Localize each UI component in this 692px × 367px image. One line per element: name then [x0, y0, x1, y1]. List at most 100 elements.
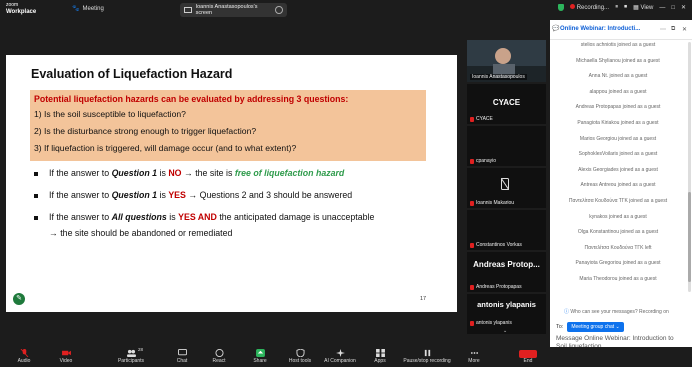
chat-message: Panagiota Kiriakou joined as a guest [577, 120, 659, 126]
view-button[interactable]: ▦ View [633, 4, 653, 11]
video-tile-cpanayio[interactable]: cpanayio [467, 126, 546, 166]
questions-box: Potential liquefaction hazards can be ev… [30, 90, 426, 161]
end-button[interactable]: End [515, 358, 541, 367]
bullet-2-question: Question 1 [111, 190, 158, 200]
share-label: Share [253, 358, 267, 364]
more-icon[interactable]: ⋯ [660, 26, 666, 33]
participants-button[interactable]: Participants 28 [114, 347, 148, 367]
meeting-label: Meeting [82, 5, 104, 12]
tile-name: Ioannis Anastasopoulos [470, 74, 527, 80]
chat-scrollbar[interactable] [688, 42, 691, 292]
chat-message: Alexis Georgiades joined as a guest [578, 166, 658, 173]
chat-panel: 💬 Online Webinar: Introducti... ⋯ ⧉ ✕ st… [550, 20, 692, 350]
chevron-down-icon[interactable]: ⌄ [503, 328, 507, 334]
phone-icon [501, 178, 509, 190]
tile-big-name: CYACE [492, 98, 521, 107]
tile-big-name: antonis ylapanis [477, 300, 536, 309]
pause-icon[interactable]: ⏸ [615, 4, 618, 11]
tile-name-text: antonis ylapanis [476, 320, 512, 326]
host-tools-button[interactable]: Host tools [285, 347, 315, 367]
share-label: Ioannis Anastasopoulos's screen [195, 4, 258, 16]
video-tile-vorkas[interactable]: Constantinos Vorkas [467, 210, 546, 250]
video-tile-speaker[interactable]: Ioannis Anastasopoulos [467, 40, 546, 82]
video-tile-ylapanis[interactable]: antonis ylapanis antonis ylapanis ⌄ [467, 294, 546, 334]
bullet-2-post: → Questions 2 and 3 should be answered [185, 190, 353, 200]
chat-hint-text: Who can see your messages? Recording on [570, 309, 669, 315]
bullet-1-emphasis: free of liquefaction hazard [234, 168, 345, 178]
bullet-3-question: All questions [111, 212, 167, 222]
chat-message: alappou joined as a guest [589, 88, 647, 95]
mic-muted-icon [470, 116, 474, 122]
pause-stop-recording-button[interactable]: Pause/stop recording [400, 347, 454, 367]
bullet-1: If the answer to Question 1 is NO → the … [34, 168, 344, 178]
video-tile-makariou[interactable]: Ioannis Makariou [467, 168, 546, 208]
shared-slide: Evaluation of Liquefaction Hazard Potent… [6, 55, 457, 312]
zoom-window: zoom Workplace 🐾 Meeting Ioannis Anastas… [0, 0, 692, 367]
tile-name-text: Ioannis Makariou [476, 200, 515, 206]
ai-companion-button[interactable]: AI Companion [320, 347, 360, 367]
chat-message: Παντελίτσα Κουδούνα ΤΓΚ left [584, 244, 652, 251]
tile-name: antonis ylapanis [470, 320, 512, 326]
bullet-2-pre: If the answer to [49, 190, 112, 200]
scrollbar-thumb[interactable] [688, 192, 691, 282]
minimize-icon[interactable]: — [659, 5, 665, 11]
info-icon: ⓘ [564, 309, 570, 315]
mic-muted-icon [470, 320, 474, 326]
screen-share-icon [184, 6, 192, 13]
tile-name: Constantinos Vorkas [470, 242, 522, 248]
maximize-icon[interactable]: □ [671, 5, 675, 11]
popout-icon[interactable]: ⧉ [671, 26, 675, 33]
more-button[interactable]: More [464, 347, 484, 367]
chat-icon [177, 349, 187, 356]
recording-indicator[interactable]: Recording... [570, 4, 609, 11]
share-screen-icon [255, 349, 265, 357]
stop-icon[interactable]: ⏹ [624, 4, 627, 11]
bullet-square-icon [34, 215, 38, 220]
tile-big-name: Andreas Protop... [473, 260, 540, 269]
audio-button[interactable]: Audio [10, 347, 38, 367]
top-bar: zoom Workplace 🐾 Meeting Ioannis Anastas… [0, 0, 692, 20]
chat-message: Maria Theodorou joined as a guest [579, 276, 657, 282]
meeting-menu[interactable]: 🐾 Meeting [72, 5, 104, 13]
chat-message: Panayiota Gregoriou joined as a guest [575, 260, 661, 267]
close-icon[interactable]: ✕ [682, 26, 687, 33]
chat-button[interactable]: Chat [170, 347, 194, 367]
recipient-dropdown[interactable]: Meeting group chat ⌄ [567, 322, 624, 332]
security-shield-icon[interactable] [558, 4, 565, 11]
bullet-1-question: Question 1 [111, 168, 158, 178]
more-icon [470, 352, 478, 354]
chat-visibility-hint[interactable]: ⓘ Who can see your messages? Recording o… [564, 308, 669, 315]
video-label: Video [59, 358, 73, 364]
to-label: To: [556, 324, 564, 330]
top-right-controls: Recording... ⏸ ⏹ ▦ View — □ ✕ [558, 4, 686, 11]
apps-button[interactable]: Apps [370, 347, 390, 367]
share-button[interactable]: Share [248, 347, 272, 367]
tile-name-text: CYACE [476, 116, 493, 122]
bullet-3-answer: YES [178, 212, 196, 222]
recording-label: Recording... [576, 5, 610, 11]
bullet-square-icon [34, 193, 38, 198]
close-icon[interactable]: ✕ [681, 4, 686, 11]
screen-share-indicator[interactable]: Ioannis Anastasopoulos's screen [180, 3, 287, 17]
question-3: 3) If liquefaction is triggered, will da… [34, 143, 297, 153]
mic-muted-icon [470, 284, 474, 290]
end-label: End [523, 358, 533, 364]
chat-title[interactable]: Online Webinar: Introducti... [560, 26, 640, 32]
bullet-3-pre: If the answer to [49, 212, 112, 222]
questions-heading: Potential liquefaction hazards can be ev… [34, 94, 349, 104]
video-off-icon [61, 350, 71, 356]
slide-page-number: 17 [420, 296, 427, 302]
share-options-icon[interactable] [275, 6, 283, 14]
bullet-1-pre: If the answer to [49, 168, 112, 178]
annotate-pen-icon[interactable]: ✎ [13, 293, 25, 305]
bullet-1-mid: is [157, 168, 169, 178]
video-button[interactable]: Video [52, 347, 80, 367]
question-2: 2) Is the disturbance strong enough to t… [34, 126, 257, 136]
video-tile-cyace[interactable]: CYACE CYACE [467, 84, 546, 124]
participants-label: Participants [117, 358, 145, 364]
chat-message: Michaella Shylianou joined as a guest [576, 57, 660, 64]
video-tile-protopapas[interactable]: Andreas Protop... Andreas Protopapas [467, 252, 546, 292]
end-button-icon[interactable] [519, 350, 537, 358]
react-button[interactable]: React [206, 347, 232, 367]
react-label: React [212, 358, 226, 364]
